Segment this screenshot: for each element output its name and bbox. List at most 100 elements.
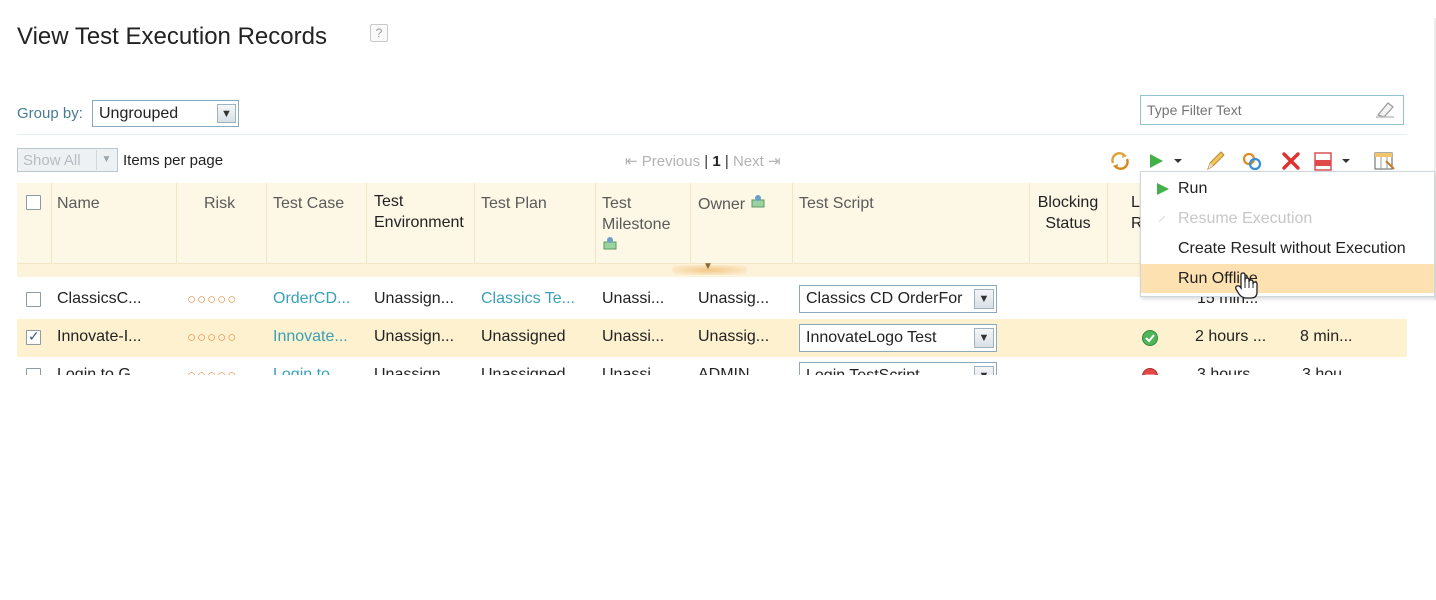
- header-blocking-status[interactable]: Blocking Status: [1036, 192, 1100, 234]
- groupby-value: Ungrouped: [99, 105, 179, 122]
- menu-item-resume-execution: Resume Execution: [1141, 204, 1434, 233]
- groupby-select[interactable]: Ungrouped ▼: [92, 100, 239, 127]
- header-test-milestone[interactable]: Test Milestone: [602, 193, 670, 257]
- cell-name[interactable]: ClassicsC...: [57, 290, 172, 308]
- cell-name[interactable]: Login to G...: [57, 366, 172, 375]
- items-per-page-label: Items per page: [123, 152, 224, 169]
- menu-item-label: Run: [1178, 180, 1208, 197]
- assign-icon[interactable]: [750, 193, 768, 209]
- link-icon[interactable]: [1240, 149, 1264, 173]
- column-divider: [51, 183, 52, 265]
- risk-rating: ○○○○○: [187, 367, 237, 375]
- column-divider: [176, 183, 177, 265]
- chevron-down-icon[interactable]: ▼: [217, 104, 236, 123]
- column-divider: [690, 183, 691, 265]
- header-line: Environment: [374, 214, 464, 231]
- header-risk[interactable]: Risk: [204, 193, 235, 214]
- items-per-page-value: Show All: [23, 152, 81, 169]
- refresh-icon[interactable]: [1108, 149, 1132, 173]
- test-script-select[interactable]: Classics CD OrderFor ▼: [799, 285, 997, 313]
- cell-name[interactable]: Innovate-I...: [57, 328, 172, 346]
- row-checkbox[interactable]: [26, 368, 41, 375]
- cell-duration: 3 hours ...: [1197, 366, 1269, 375]
- assign-icon[interactable]: [602, 235, 620, 251]
- page: View Test Execution Records ? Group by: …: [0, 0, 1436, 600]
- table-row[interactable]: Login to G... ○○○○○ Login to ... Unassig…: [17, 357, 1407, 375]
- chevron-down-icon[interactable]: ▼: [974, 366, 994, 375]
- header-test-script[interactable]: Test Script: [799, 193, 874, 214]
- delete-icon[interactable]: [1279, 149, 1303, 173]
- items-per-page-select[interactable]: Show All ▼: [17, 148, 118, 172]
- column-divider: [474, 183, 475, 265]
- menu-item-label: Create Result without Execution: [1178, 240, 1406, 257]
- cell-test-environment: Unassign...: [374, 290, 455, 307]
- header-line: Blocking: [1037, 194, 1099, 211]
- first-page-icon: ⇤: [625, 153, 638, 170]
- select-all-checkbox[interactable]: [26, 195, 41, 210]
- run-dropdown-menu: Run Resume Execution Create Result witho…: [1140, 171, 1435, 297]
- cell-test-case-link[interactable]: Innovate...: [273, 328, 363, 346]
- resume-icon: [1158, 215, 1166, 223]
- export-icon[interactable]: [1312, 149, 1356, 173]
- cell-milestone: Unassi...: [602, 366, 665, 375]
- passed-status-icon: [1142, 330, 1158, 346]
- clear-filter-icon[interactable]: [1374, 99, 1396, 119]
- header-line: Test: [602, 195, 632, 212]
- run-icon: [1157, 183, 1169, 195]
- pager-separator: |: [724, 153, 729, 170]
- cell-elapsed: 3 hou...: [1302, 366, 1356, 375]
- cell-test-case-link[interactable]: Login to ...: [273, 366, 363, 375]
- column-divider: [266, 183, 267, 265]
- current-page: 1: [712, 153, 721, 170]
- header-line: Test: [374, 193, 404, 210]
- next-link[interactable]: Next: [733, 153, 764, 170]
- test-script-value: InnovateLogo Test: [806, 329, 937, 346]
- columns-icon[interactable]: [1372, 149, 1396, 173]
- chevron-down-icon[interactable]: ▼: [974, 289, 994, 309]
- menu-item-run-offline[interactable]: Run Offline: [1141, 264, 1434, 293]
- groupby-label: Group by:: [17, 105, 83, 122]
- collapse-handle[interactable]: ▼: [672, 261, 747, 275]
- previous-link[interactable]: Previous: [642, 153, 700, 170]
- pager: ⇤ Previous | 1 | Next ⇥: [625, 152, 781, 170]
- help-icon[interactable]: ?: [370, 24, 388, 42]
- cell-owner: Unassig...: [698, 290, 770, 307]
- header-test-plan[interactable]: Test Plan: [481, 193, 547, 214]
- table-row[interactable]: Innovate-I... ○○○○○ Innovate... Unassign…: [17, 319, 1407, 357]
- row-checkbox[interactable]: [26, 328, 41, 345]
- row-checkbox[interactable]: [26, 292, 41, 307]
- cell-test-plan-link[interactable]: Classics Te...: [481, 290, 593, 308]
- test-script-value: Classics CD OrderFor: [806, 290, 963, 307]
- header-line: Milestone: [602, 216, 671, 233]
- run-icon[interactable]: [1146, 149, 1186, 173]
- header-owner-label: Owner: [698, 196, 746, 213]
- column-divider: [595, 183, 596, 265]
- header-test-environment[interactable]: Test Environment: [374, 191, 464, 233]
- column-divider: [792, 183, 793, 265]
- hand-cursor-icon: [1235, 272, 1258, 299]
- cell-owner: Unassig...: [698, 328, 770, 345]
- pager-separator: |: [704, 153, 709, 170]
- cell-test-case-link[interactable]: OrderCD...: [273, 290, 363, 308]
- cell-owner: ADMIN: [698, 366, 750, 375]
- divider: [17, 134, 1407, 135]
- header-owner[interactable]: Owner: [698, 193, 768, 215]
- test-script-select[interactable]: Login TestScript ▼: [799, 362, 997, 375]
- header-line: Status: [1045, 215, 1091, 232]
- cell-elapsed: 8 min...: [1300, 328, 1353, 345]
- menu-item-run[interactable]: Run: [1141, 174, 1434, 203]
- menu-item-create-result[interactable]: Create Result without Execution: [1141, 234, 1434, 263]
- test-script-select[interactable]: InnovateLogo Test ▼: [799, 324, 997, 352]
- header-name[interactable]: Name: [57, 193, 100, 214]
- chevron-down-icon[interactable]: ▼: [96, 150, 116, 170]
- failed-status-icon: [1142, 368, 1158, 375]
- header-test-case[interactable]: Test Case: [273, 193, 344, 214]
- column-divider: [1107, 183, 1108, 265]
- chevron-down-icon[interactable]: ▼: [974, 328, 994, 348]
- risk-rating: ○○○○○: [187, 329, 238, 346]
- filter-input[interactable]: [1140, 95, 1404, 125]
- page-title: View Test Execution Records: [17, 23, 327, 50]
- cell-milestone: Unassi...: [602, 328, 665, 345]
- cell-test-environment: Unassign...: [374, 328, 455, 345]
- edit-icon[interactable]: [1203, 149, 1227, 173]
